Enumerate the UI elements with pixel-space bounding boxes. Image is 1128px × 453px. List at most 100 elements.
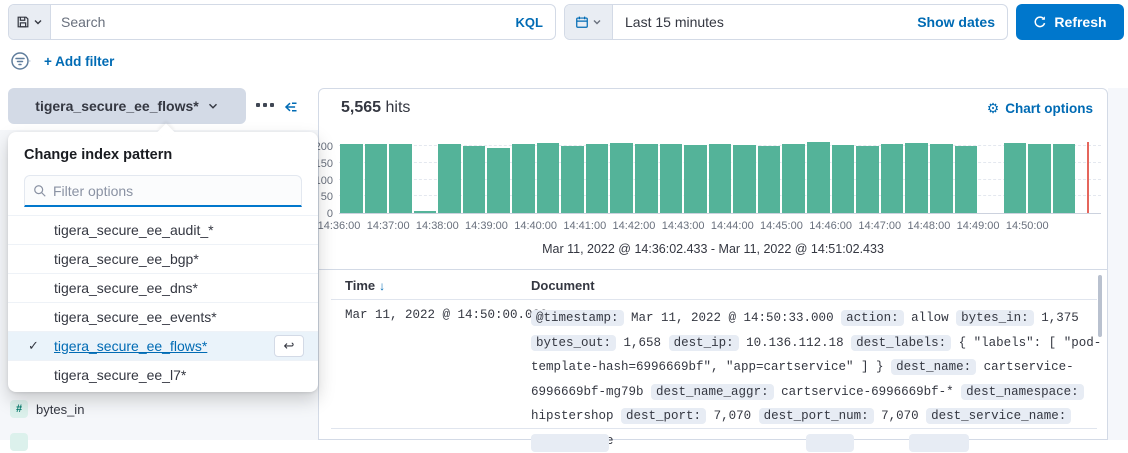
histogram-bar[interactable] bbox=[660, 144, 683, 213]
chevron-down-icon bbox=[207, 100, 219, 112]
next-row-field-badge bbox=[909, 434, 969, 452]
histogram-bar[interactable] bbox=[610, 143, 633, 213]
histogram-bar[interactable] bbox=[955, 146, 978, 213]
histogram-bar[interactable] bbox=[389, 144, 412, 213]
document-field-name: bytes_in: bbox=[956, 310, 1034, 326]
histogram-bar[interactable] bbox=[561, 146, 584, 213]
histogram-bar[interactable] bbox=[438, 144, 461, 213]
x-axis-tick-label: 14:41:00 bbox=[563, 220, 606, 232]
query-language-badge[interactable]: KQL bbox=[504, 5, 555, 39]
return-key-icon: ↩ bbox=[274, 335, 304, 357]
date-picker: Last 15 minutes Show dates bbox=[564, 4, 1008, 40]
document-field-name: @timestamp: bbox=[531, 310, 624, 326]
index-pattern-filter-box bbox=[24, 175, 302, 207]
histogram-bar[interactable] bbox=[463, 146, 486, 213]
quick-select-button[interactable] bbox=[565, 5, 613, 39]
hits-count: 5,565 hits bbox=[341, 99, 410, 117]
divider bbox=[319, 269, 1107, 270]
histogram-chart[interactable]: 20015010050014:36:0014:37:0014:38:0014:3… bbox=[339, 142, 1101, 214]
add-filter-link[interactable]: + Add filter bbox=[44, 54, 114, 69]
index-pattern-option[interactable]: tigera_secure_ee_audit_* bbox=[8, 215, 318, 244]
index-pattern-option-label: tigera_secure_ee_audit_* bbox=[54, 222, 214, 238]
document-field-value: 1,658 bbox=[624, 336, 662, 350]
document-field-name: dest_port_num: bbox=[759, 408, 874, 424]
histogram-bar[interactable] bbox=[709, 144, 732, 213]
chart-options-link[interactable]: ⚙ Chart options bbox=[987, 100, 1093, 117]
change-index-pattern-popover: Change index pattern tigera_secure_ee_au… bbox=[8, 132, 318, 392]
index-pattern-filter-input[interactable] bbox=[53, 183, 293, 199]
histogram-bar[interactable] bbox=[832, 145, 855, 213]
histogram-bar[interactable] bbox=[905, 143, 928, 213]
query-bar: KQL bbox=[8, 4, 556, 40]
x-axis-tick-label: 14:46:00 bbox=[809, 220, 852, 232]
histogram-bar[interactable] bbox=[1004, 143, 1027, 213]
time-range-value[interactable]: Last 15 minutes bbox=[625, 14, 917, 30]
index-pattern-option-label: tigera_secure_ee_l7* bbox=[54, 367, 186, 383]
histogram-bar[interactable] bbox=[365, 144, 388, 213]
refresh-button-label: Refresh bbox=[1054, 14, 1106, 30]
histogram-bar[interactable] bbox=[733, 145, 756, 213]
refresh-icon bbox=[1033, 15, 1047, 29]
histogram-bar[interactable] bbox=[487, 148, 510, 213]
x-axis-tick-label: 14:45:00 bbox=[760, 220, 803, 232]
boxes-horizontal-icon[interactable] bbox=[256, 103, 274, 107]
histogram-bar[interactable] bbox=[512, 144, 535, 213]
search-icon bbox=[33, 184, 47, 198]
histogram-bar[interactable] bbox=[881, 144, 904, 213]
index-pattern-option[interactable]: tigera_secure_ee_events* bbox=[8, 302, 318, 331]
histogram-bar[interactable] bbox=[537, 143, 560, 213]
document-field-name: dest_name: bbox=[891, 359, 976, 375]
saved-query-menu-button[interactable] bbox=[9, 5, 51, 39]
row-document-cell[interactable]: @timestamp: Mar 11, 2022 @ 14:50:33.000 … bbox=[531, 306, 1106, 453]
histogram-bar[interactable] bbox=[414, 211, 437, 213]
x-axis-tick-label: 14:40:00 bbox=[514, 220, 557, 232]
chevron-down-icon bbox=[33, 17, 43, 27]
document-field-value: allow bbox=[911, 311, 949, 325]
histogram-bar[interactable] bbox=[586, 144, 609, 213]
document-field-value: 10.136.112.18 bbox=[746, 336, 844, 350]
histogram-bar[interactable] bbox=[758, 146, 781, 213]
save-icon bbox=[16, 15, 30, 29]
refresh-button[interactable]: Refresh bbox=[1016, 4, 1124, 40]
index-pattern-option[interactable]: tigera_secure_ee_bgp* bbox=[8, 244, 318, 273]
calendar-icon bbox=[575, 15, 589, 29]
histogram-bar[interactable] bbox=[635, 144, 658, 213]
x-axis-tick-label: 14:38:00 bbox=[416, 220, 459, 232]
histogram-bar[interactable] bbox=[856, 146, 879, 213]
histogram-bar[interactable] bbox=[930, 144, 953, 213]
collapse-sidebar-icon[interactable] bbox=[282, 98, 300, 116]
index-pattern-option-label: tigera_secure_ee_flows* bbox=[54, 338, 207, 354]
index-pattern-option[interactable]: tigera_secure_ee_dns* bbox=[8, 273, 318, 302]
document-field-name: dest_service_name: bbox=[926, 408, 1071, 424]
show-dates-link[interactable]: Show dates bbox=[917, 14, 995, 30]
index-pattern-list: tigera_secure_ee_audit_* tigera_secure_ee… bbox=[8, 215, 318, 389]
x-axis-tick-label: 14:37:00 bbox=[367, 220, 410, 232]
histogram-bar[interactable] bbox=[807, 142, 830, 213]
x-axis-tick-label: 14:50:00 bbox=[1006, 220, 1049, 232]
x-axis-tick-label: 14:49:00 bbox=[957, 220, 1000, 232]
document-field-name: dest_namespace: bbox=[961, 384, 1084, 400]
histogram-bar[interactable] bbox=[782, 144, 805, 213]
search-input[interactable] bbox=[51, 5, 504, 39]
column-header-time[interactable]: Time↓ bbox=[345, 278, 385, 293]
histogram-bar[interactable] bbox=[684, 145, 707, 213]
histogram-bar[interactable] bbox=[340, 144, 363, 213]
x-axis-tick-label: 14:39:00 bbox=[465, 220, 508, 232]
sort-descending-icon[interactable]: ↓ bbox=[379, 279, 385, 293]
index-pattern-option[interactable]: ✓tigera_secure_ee_flows*↩ bbox=[8, 331, 318, 360]
document-field-name: dest_port: bbox=[621, 408, 706, 424]
field-name: bytes_in bbox=[36, 402, 84, 417]
histogram-bar[interactable] bbox=[1028, 144, 1051, 213]
histogram-bar[interactable] bbox=[1053, 144, 1076, 213]
global-filter-icon[interactable] bbox=[10, 50, 32, 72]
table-scrollbar[interactable] bbox=[1098, 275, 1102, 337]
index-pattern-switcher-button[interactable]: tigera_secure_ee_flows* bbox=[8, 88, 246, 124]
hits-label: hits bbox=[386, 99, 411, 116]
x-axis-tick-label: 14:43:00 bbox=[662, 220, 705, 232]
document-field-value: 7,070 bbox=[714, 409, 752, 423]
x-axis-tick-label: 14:48:00 bbox=[908, 220, 951, 232]
document-field-name: action: bbox=[841, 310, 904, 326]
sidebar-field-bytes-in[interactable]: # bytes_in bbox=[10, 400, 84, 418]
document-field-name: dest_labels: bbox=[851, 335, 951, 351]
index-pattern-option[interactable]: tigera_secure_ee_l7* bbox=[8, 360, 318, 389]
